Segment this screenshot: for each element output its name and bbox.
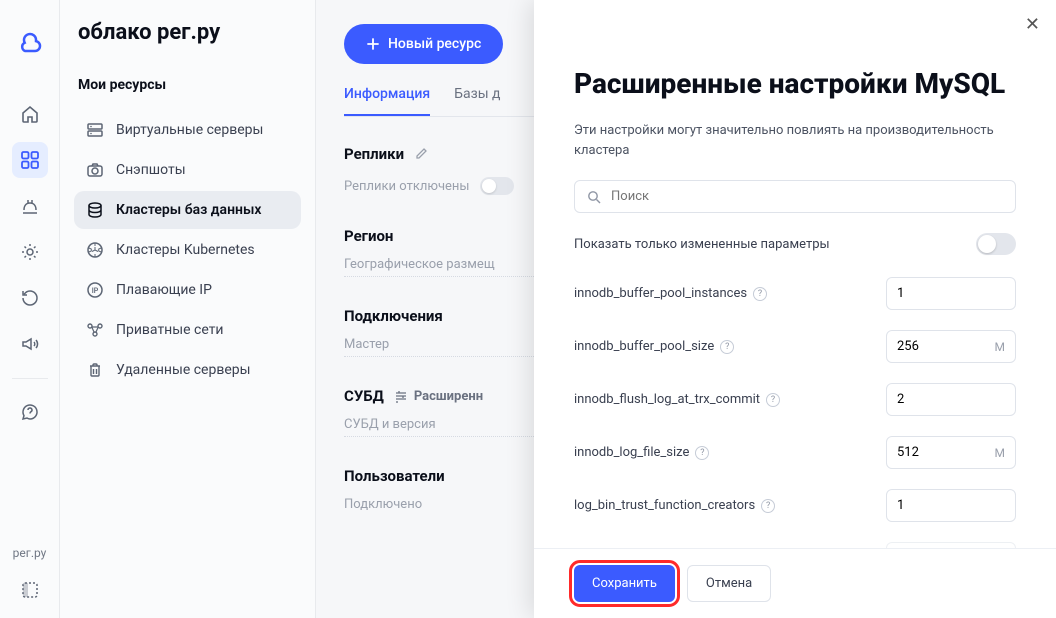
parameter-list: innodb_buffer_pool_instances? 1 innodb_b…: [534, 277, 1056, 548]
sidebar-item-label: Кластеры Kubernetes: [116, 242, 255, 258]
logo-icon[interactable]: [12, 24, 48, 60]
advanced-settings-link[interactable]: Расширенн: [394, 389, 483, 404]
param-input[interactable]: 256M: [886, 330, 1016, 363]
svg-text:IP: IP: [92, 287, 99, 295]
icon-rail: рег.ру: [0, 0, 60, 618]
sidebar-item-label: Кластеры баз данных: [116, 202, 262, 218]
show-changed-label: Показать только измененные параметры: [574, 237, 830, 252]
param-input[interactable]: 512M: [886, 436, 1016, 469]
rail-grid-icon[interactable]: [12, 142, 48, 178]
sidebar-item-label: Приватные сети: [116, 322, 224, 338]
rail-activity-icon[interactable]: [12, 188, 48, 224]
drawer-description: Эти настройки могут значительно повлиять…: [574, 121, 1016, 160]
sidebar-item-db-clusters[interactable]: Кластеры баз данных: [74, 191, 301, 229]
save-button[interactable]: Сохранить: [574, 565, 675, 602]
sidebar-item-label: Удаленные серверы: [116, 362, 251, 378]
help-icon[interactable]: ?: [753, 287, 767, 301]
rail-home-icon[interactable]: [12, 96, 48, 132]
sidebar-item-floating-ip[interactable]: IP Плавающие IP: [74, 271, 301, 309]
sidebar-item-virtual-servers[interactable]: Виртуальные серверы: [74, 111, 301, 149]
new-resource-label: Новый ресурс: [388, 36, 481, 52]
param-input[interactable]: 1: [886, 489, 1016, 522]
sidebar-item-label: Снэпшоты: [116, 162, 186, 178]
sidebar: облако рег.ру Мои ресурсы Виртуальные се…: [60, 0, 316, 618]
param-row: innodb_buffer_pool_size? 256M: [574, 330, 1016, 363]
sidebar-item-label: Плавающие IP: [116, 282, 212, 298]
sidebar-item-private-networks[interactable]: Приватные сети: [74, 311, 301, 349]
param-row: innodb_flush_log_at_trx_commit? 2: [574, 383, 1016, 416]
param-row: max_connections? 200: [574, 542, 1016, 548]
tab-info[interactable]: Информация: [344, 86, 430, 116]
rail-settings-icon[interactable]: [12, 234, 48, 270]
close-icon[interactable]: ✕: [1025, 14, 1040, 35]
param-row: innodb_buffer_pool_instances? 1: [574, 277, 1016, 310]
new-resource-button[interactable]: Новый ресурс: [344, 24, 503, 64]
edit-icon[interactable]: [414, 147, 428, 161]
help-icon[interactable]: ?: [761, 499, 775, 513]
logo-title: облако рег.ру: [74, 20, 301, 45]
param-row: innodb_log_file_size? 512M: [574, 436, 1016, 469]
search-input[interactable]: [611, 189, 1003, 204]
drawer-footer: Сохранить Отмена: [534, 548, 1056, 618]
drawer-title: Расширенные настройки MySQL: [574, 66, 1016, 101]
replicas-toggle[interactable]: [480, 177, 514, 195]
sidebar-item-deleted-servers[interactable]: Удаленные серверы: [74, 351, 301, 389]
search-input-wrapper[interactable]: [574, 180, 1016, 213]
help-icon[interactable]: ?: [695, 446, 709, 460]
help-icon[interactable]: ?: [720, 340, 734, 354]
param-input[interactable]: 200: [886, 542, 1016, 548]
search-icon: [587, 190, 601, 204]
advanced-settings-drawer: ✕ Расширенные настройки MySQL Эти настро…: [534, 0, 1056, 618]
sidebar-item-snapshots[interactable]: Снэпшоты: [74, 151, 301, 189]
cancel-button[interactable]: Отмена: [687, 565, 771, 602]
rail-collapse-icon[interactable]: [12, 572, 48, 608]
rail-announce-icon[interactable]: [12, 326, 48, 362]
rail-brand-text: рег.ру: [13, 546, 47, 560]
sidebar-item-label: Виртуальные серверы: [116, 122, 263, 138]
rail-help-icon[interactable]: [12, 394, 48, 430]
tab-databases[interactable]: Базы д: [454, 86, 500, 116]
param-input[interactable]: 2: [886, 383, 1016, 416]
rail-history-icon[interactable]: [12, 280, 48, 316]
help-icon[interactable]: ?: [766, 393, 780, 407]
sidebar-section-label: Мои ресурсы: [74, 77, 301, 93]
show-changed-toggle[interactable]: [976, 233, 1016, 255]
sidebar-item-k8s[interactable]: Кластеры Kubernetes: [74, 231, 301, 269]
param-row: log_bin_trust_function_creators? 1: [574, 489, 1016, 522]
param-input[interactable]: 1: [886, 277, 1016, 310]
